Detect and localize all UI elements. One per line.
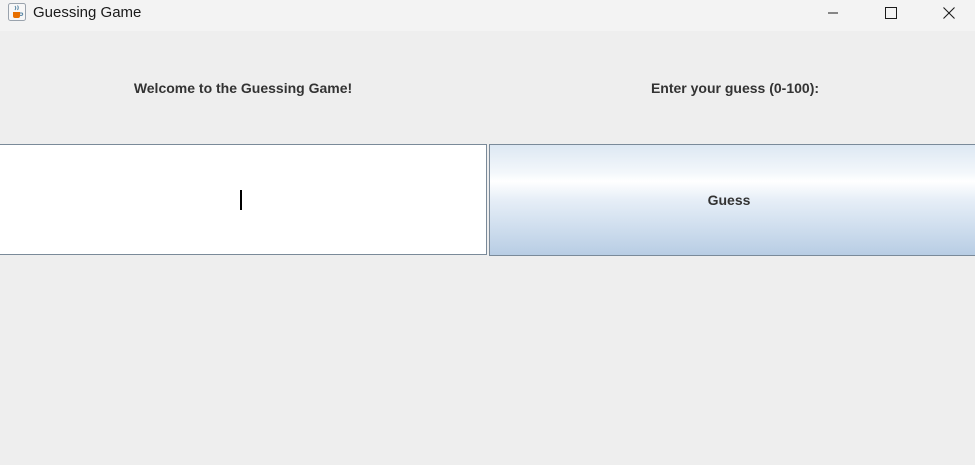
guess-button-label: Guess [707,192,751,208]
content-panel: Welcome to the Guessing Game! Enter your… [0,31,975,465]
guess-prompt-label: Enter your guess (0-100): [650,80,820,96]
close-button[interactable] [926,0,972,25]
java-cup-icon [8,3,26,21]
maximize-button[interactable] [868,0,914,25]
minimize-icon [827,7,839,19]
guess-button[interactable]: Guess [489,144,975,256]
minimize-button[interactable] [810,0,856,25]
title-bar[interactable]: Guessing Game [0,0,975,31]
app-window: Guessing Game Welcome to the Guessing Ga… [0,0,975,465]
maximize-icon [885,6,897,19]
guess-input[interactable] [0,144,487,255]
window-title: Guessing Game [33,4,142,21]
close-icon [943,6,955,19]
welcome-label: Welcome to the Guessing Game! [133,80,353,96]
